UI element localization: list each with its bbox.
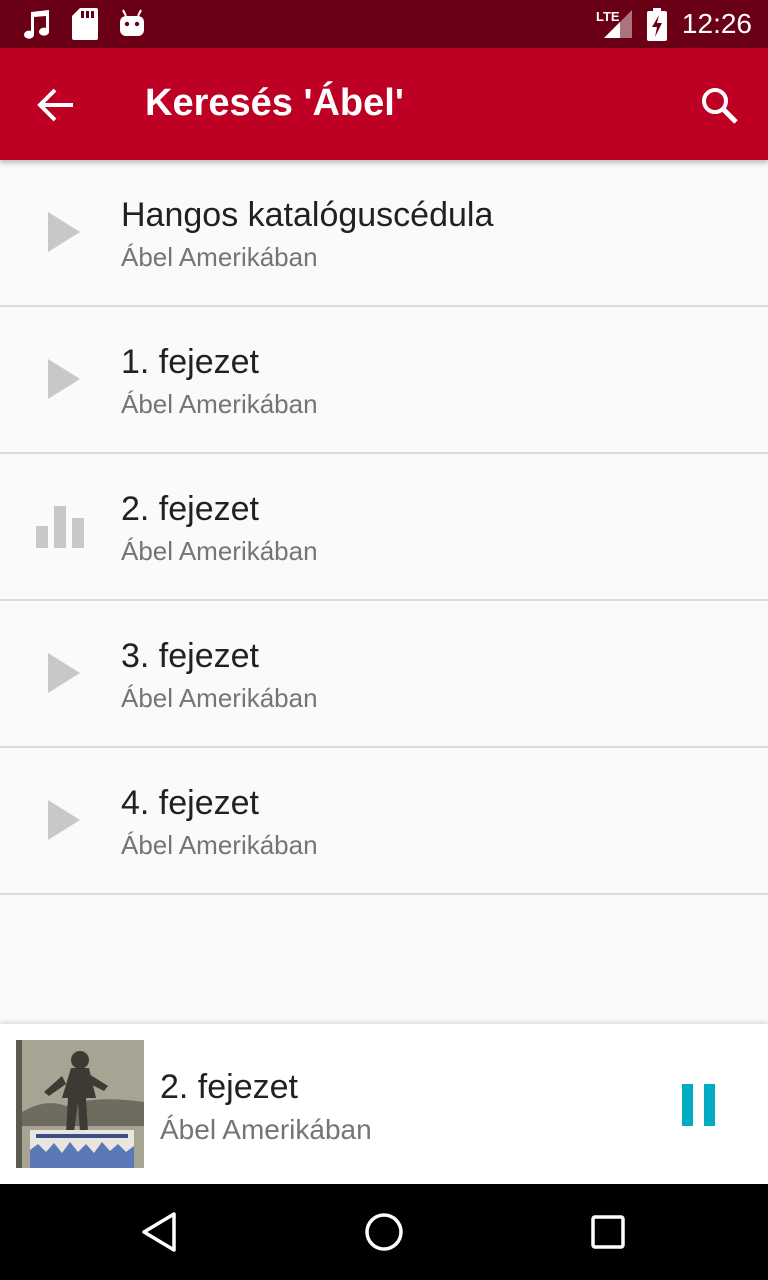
- play-icon: [48, 212, 80, 252]
- battery-charging-icon: [647, 8, 667, 41]
- app-bar: Keresés 'Ábel': [0, 48, 768, 160]
- item-subtitle: Ábel Amerikában: [121, 242, 318, 272]
- back-triangle-icon[interactable]: [136, 1208, 184, 1256]
- play-icon: [48, 800, 80, 840]
- signal-icon: [604, 10, 632, 38]
- pause-icon[interactable]: [676, 1076, 724, 1132]
- list-item[interactable]: 3. fejezet Ábel Amerikában: [0, 601, 768, 748]
- page-title: Keresés 'Ábel': [145, 82, 404, 124]
- list-item[interactable]: 4. fejezet Ábel Amerikában: [0, 748, 768, 895]
- play-icon: [48, 653, 80, 693]
- item-title: Hangos katalóguscédula: [121, 196, 494, 234]
- system-nav-bar: [0, 1184, 768, 1280]
- now-playing-title: 2. fejezet: [160, 1068, 298, 1106]
- list-item[interactable]: 2. fejezet Ábel Amerikában: [0, 454, 768, 601]
- status-bar: LTE 12:26: [0, 0, 768, 48]
- item-title: 1. fejezet: [121, 343, 259, 381]
- recents-square-icon[interactable]: [584, 1208, 632, 1256]
- item-title: 2. fejezet: [121, 490, 259, 528]
- item-subtitle: Ábel Amerikában: [121, 389, 318, 419]
- android-icon: [120, 9, 144, 36]
- sd-card-icon: [72, 8, 98, 40]
- play-icon: [48, 359, 80, 399]
- now-playing-bar[interactable]: 2. fejezet Ábel Amerikában: [0, 1024, 768, 1184]
- arrow-back-icon[interactable]: [28, 80, 84, 130]
- music-note-icon: [24, 10, 49, 39]
- list-item[interactable]: 1. fejezet Ábel Amerikában: [0, 307, 768, 454]
- item-subtitle: Ábel Amerikában: [121, 536, 318, 566]
- item-title: 4. fejezet: [121, 784, 259, 822]
- album-cover: [16, 1040, 144, 1168]
- now-playing-subtitle: Ábel Amerikában: [160, 1114, 372, 1145]
- result-list: Hangos katalóguscédula Ábel Amerikában 1…: [0, 160, 768, 895]
- clock: 12:26: [681, 8, 752, 39]
- search-icon[interactable]: [692, 78, 748, 134]
- equalizer-icon: [36, 506, 84, 548]
- home-circle-icon[interactable]: [360, 1208, 408, 1256]
- item-subtitle: Ábel Amerikában: [121, 683, 318, 713]
- item-subtitle: Ábel Amerikában: [121, 830, 318, 860]
- list-item[interactable]: Hangos katalóguscédula Ábel Amerikában: [0, 160, 768, 307]
- item-title: 3. fejezet: [121, 637, 259, 675]
